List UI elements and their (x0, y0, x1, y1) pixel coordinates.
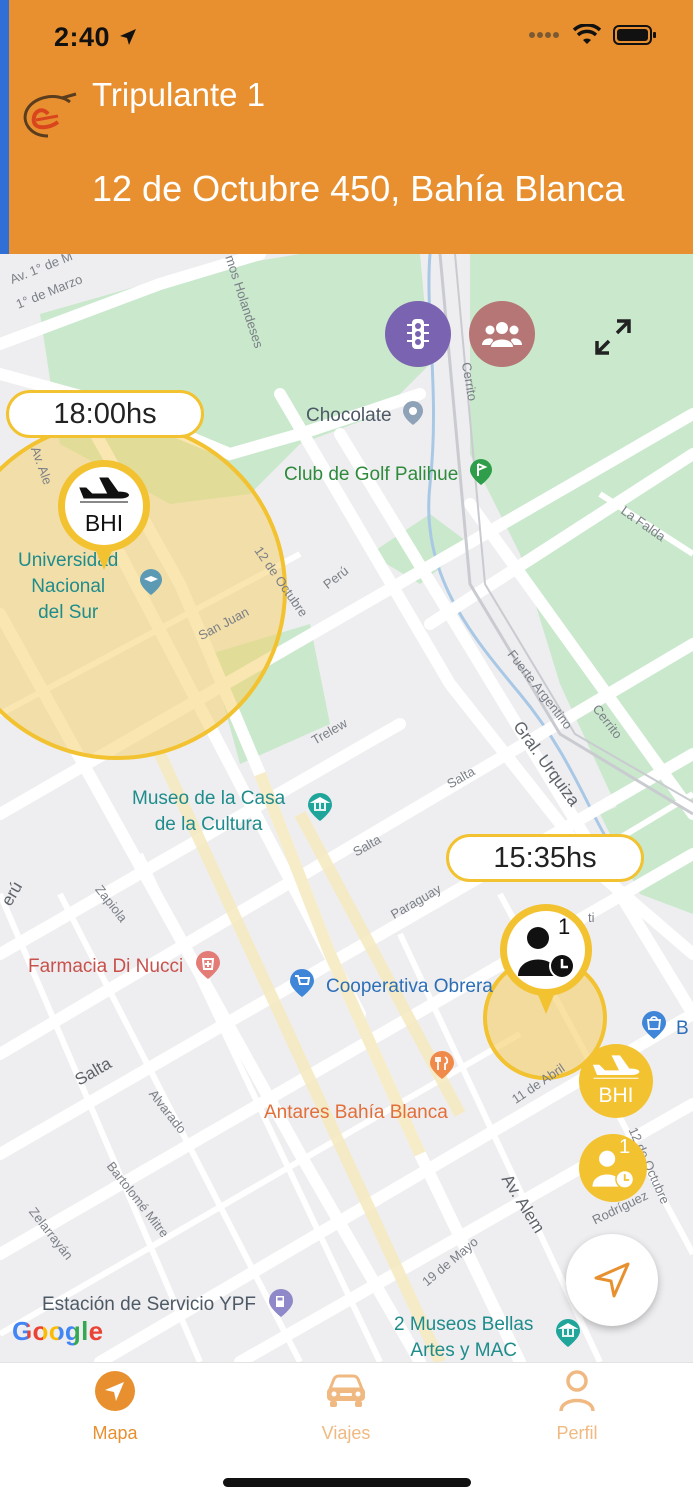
tab-perfil[interactable]: Perfil (507, 1363, 647, 1453)
poi-ypf-label: Estación de Servicio YPF (42, 1294, 257, 1315)
poi-universidad-line: Nacional (31, 576, 106, 597)
battery-icon (613, 25, 656, 45)
tab-mapa[interactable]: Mapa (45, 1363, 185, 1453)
crew-count: 1 (619, 1136, 631, 1158)
traffic-light-icon (407, 319, 429, 349)
navigation-icon (93, 1369, 137, 1413)
poi-antares[interactable]: Antares Bahía Blanca (264, 1102, 448, 1124)
location-arrow-icon (120, 29, 137, 45)
wifi-icon (573, 24, 601, 44)
poi-museos-bellas-line: 2 Museos Bellas (394, 1314, 534, 1335)
poi-partial-label: B (676, 1018, 689, 1039)
status-time: 2:40 (54, 22, 138, 53)
google-logo-text: Google (12, 1316, 104, 1346)
poi-museo-line: Museo de la Casa (132, 788, 286, 809)
crew-mini-marker[interactable]: 1 (579, 1134, 647, 1202)
poi-cooperativa[interactable]: Cooperativa Obrera (326, 976, 493, 998)
expand-icon (595, 319, 631, 355)
restaurant-icon (430, 1051, 454, 1079)
signal-dots-icon (529, 32, 559, 38)
airport-code: BHI (598, 1084, 634, 1107)
golf-flag-icon (469, 459, 492, 485)
my-location-button[interactable] (566, 1234, 658, 1326)
tab-viajes[interactable]: Viajes (276, 1363, 416, 1453)
app-header: 2:40 Tripulante 1 12 de Octubre 450, Bah… (0, 0, 693, 254)
person-icon (555, 1369, 599, 1413)
tab-label: Viajes (321, 1423, 371, 1443)
fullscreen-button[interactable] (580, 304, 646, 370)
airport-marker[interactable]: BHI (54, 458, 154, 574)
poi-golf[interactable]: Club de Golf Palihue (284, 458, 494, 486)
poi-museos-bellas[interactable]: 2 Museos Bellas Artes y MAC (394, 1312, 533, 1362)
plane-icon (79, 477, 129, 503)
google-attribution: Google (12, 1316, 103, 1347)
tab-label: Mapa (92, 1423, 138, 1443)
app-logo-icon (23, 92, 77, 138)
map-view[interactable]: Av. 1° de M 1° de Marzo mos Holandeses C… (0, 254, 693, 1362)
poi-ypf[interactable]: Estación de Servicio YPF (42, 1288, 295, 1318)
status-time-text: 2:40 (54, 22, 111, 52)
airport-mini-marker[interactable]: BHI (579, 1044, 653, 1118)
marker-time-pill[interactable]: 18:00hs (6, 390, 204, 438)
poi-golf-label: Club de Golf Palihue (284, 464, 459, 485)
header-accent-bar (0, 0, 9, 254)
poi-universidad-line: del Sur (38, 602, 99, 623)
airport-code: BHI (84, 510, 124, 536)
pin-icon (402, 401, 423, 425)
museum-icon (556, 1319, 580, 1347)
marker-time-pill[interactable]: 15:35hs (446, 834, 644, 882)
tab-bar: Mapa Viajes Perfil (0, 1362, 693, 1500)
tab-label: Perfil (556, 1423, 598, 1443)
gas-station-icon (269, 1289, 294, 1317)
crew-marker[interactable]: 1 (496, 902, 596, 1018)
shopping-bag-icon (642, 1011, 666, 1039)
poi-chocolate[interactable]: Chocolate (306, 400, 425, 427)
pharmacy-icon (196, 951, 221, 979)
home-indicator (223, 1478, 471, 1487)
groups-button[interactable] (469, 301, 535, 367)
traffic-button[interactable] (385, 301, 451, 367)
crew-label: Tripulante 1 (92, 76, 266, 113)
marker-time-text: 18:00hs (53, 397, 157, 430)
poi-museo-line: de la Cultura (154, 814, 263, 835)
museum-icon (308, 793, 332, 821)
car-icon (324, 1369, 368, 1413)
poi-chocolate-label: Chocolate (306, 405, 392, 426)
marker-time-text: 15:35hs (493, 841, 597, 874)
plane-icon (592, 1055, 640, 1079)
current-address: 12 de Octubre 450, Bahía Blanca (92, 168, 625, 209)
poi-farmacia[interactable]: Farmacia Di Nucci (28, 950, 222, 980)
poi-museo[interactable]: Museo de la Casa de la Cultura (132, 786, 285, 838)
shopping-cart-icon (290, 969, 314, 997)
navigation-arrow-icon (594, 1262, 630, 1298)
users-icon (482, 322, 522, 347)
status-icons (529, 24, 657, 46)
poi-farmacia-label: Farmacia Di Nucci (28, 956, 184, 977)
poi-museos-bellas-line: Artes y MAC (410, 1340, 518, 1361)
crew-count: 1 (558, 914, 571, 939)
